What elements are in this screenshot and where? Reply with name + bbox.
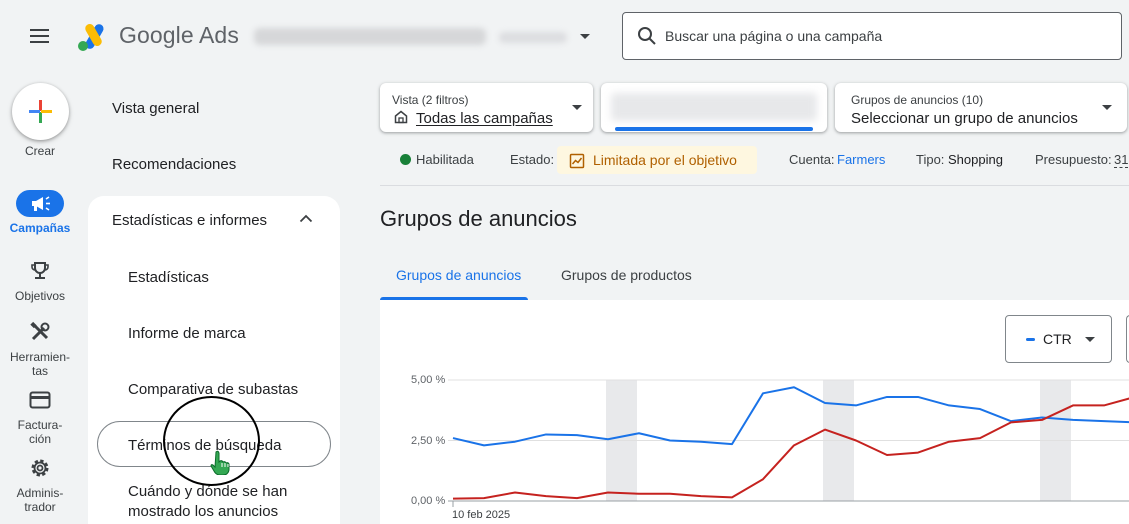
y-tick-label: 5,00 % [411, 374, 446, 386]
tools-icon[interactable] [29, 321, 51, 343]
account-caret-icon[interactable] [580, 34, 590, 39]
status-enabled[interactable]: Habilitada [416, 152, 474, 167]
tab-ad-groups[interactable]: Grupos de anuncios [396, 267, 521, 283]
top-bar: Google Ads [0, 0, 1129, 72]
x-start-label: 10 feb 2025 [452, 509, 511, 521]
campaign-selector[interactable] [601, 83, 827, 132]
trend-chart-icon [569, 153, 585, 169]
search-icon [638, 27, 656, 45]
adgroup-filter-dropdown[interactable]: Grupos de anuncios (10) Seleccionar un g… [835, 83, 1127, 132]
hand-cursor-icon [210, 450, 230, 475]
store-icon [394, 110, 408, 124]
nav-overview[interactable]: Vista general [112, 100, 199, 117]
state-label: Estado: [510, 152, 555, 167]
limited-status-text: Limitada por el objetivo [593, 152, 737, 168]
y-tick-label: 2,50 % [411, 435, 446, 447]
nav-brand-report[interactable]: Informe de marca [128, 324, 246, 344]
header-divider [380, 185, 1129, 186]
create-label: Crear [24, 144, 55, 158]
insights-reports-title[interactable]: Estadísticas e informes [112, 212, 267, 229]
account-selector[interactable] [254, 26, 574, 46]
gear-icon[interactable] [29, 457, 51, 479]
page-title: Grupos de anuncios [380, 206, 577, 231]
rail-item-goals[interactable]: Objetivos [0, 289, 80, 303]
campaign-name-blurred [611, 93, 817, 121]
view-filter-dropdown[interactable]: Vista (2 filtros) Todas las campañas [380, 83, 593, 132]
rail-item-billing[interactable]: Factura- ción [0, 418, 80, 446]
hamburger-menu-icon[interactable] [28, 25, 52, 47]
adgroup-filter-label: Grupos de anuncios (10) [851, 93, 984, 107]
series-line-blue [452, 386, 1129, 447]
limited-status-chip[interactable]: Limitada por el objetivo [557, 146, 757, 174]
nav-recommendations[interactable]: Recomendaciones [112, 156, 236, 173]
brand-name: Google Ads [119, 22, 239, 48]
campaigns-active-pill[interactable] [16, 190, 64, 217]
rail-item-tools[interactable]: Herramien- tas [0, 350, 80, 378]
series-line-red [452, 397, 1129, 500]
performance-chart-card: CTR 5,00 % 2,50 % 0,00 % 10 feb 2025 [380, 300, 1129, 524]
nav-when-where[interactable]: Cuándo y dónde se han mostrado los anunc… [128, 482, 318, 522]
account-label: Cuenta: [789, 152, 835, 167]
view-filter-label: Vista (2 filtros) [392, 93, 469, 107]
megaphone-icon [32, 196, 50, 211]
chevron-up-icon[interactable] [299, 213, 313, 223]
account-value-link[interactable]: Farmers [837, 152, 885, 167]
ctr-line-chart [448, 379, 1129, 507]
search-box[interactable] [622, 12, 1122, 60]
type-value: Shopping [948, 152, 1003, 167]
view-filter-value: Todas las campañas [416, 110, 553, 127]
status-dot-icon [400, 154, 411, 165]
budget-value[interactable]: 31 [1114, 152, 1129, 168]
rail-item-campaigns[interactable]: Campañas [0, 221, 80, 235]
search-input[interactable] [665, 25, 1105, 47]
adgroup-filter-caret-icon [1102, 105, 1112, 110]
type-label: Tipo: [916, 152, 945, 167]
campaign-selector-underline [615, 127, 813, 131]
tab-product-groups[interactable]: Grupos de productos [561, 267, 692, 283]
create-button[interactable] [12, 83, 69, 140]
nav-auction-insights[interactable]: Comparativa de subastas [128, 380, 298, 400]
nav-search-terms[interactable]: Términos de búsqueda [128, 436, 281, 456]
plus-icon [29, 100, 52, 123]
budget-label: Presupuesto: [1035, 152, 1112, 167]
tab-bar: Grupos de anuncios Grupos de productos [380, 252, 1129, 300]
rail-item-admin[interactable]: Adminis- trador [0, 486, 80, 514]
nav-insights[interactable]: Estadísticas [128, 268, 209, 288]
trophy-icon[interactable] [29, 260, 51, 282]
y-tick-label: 0,00 % [411, 495, 446, 507]
credit-card-icon[interactable] [29, 390, 51, 410]
google-ads-logo-icon [78, 24, 104, 51]
adgroup-filter-value: Seleccionar un grupo de anuncios [851, 110, 1078, 127]
view-filter-caret-icon [572, 105, 582, 110]
